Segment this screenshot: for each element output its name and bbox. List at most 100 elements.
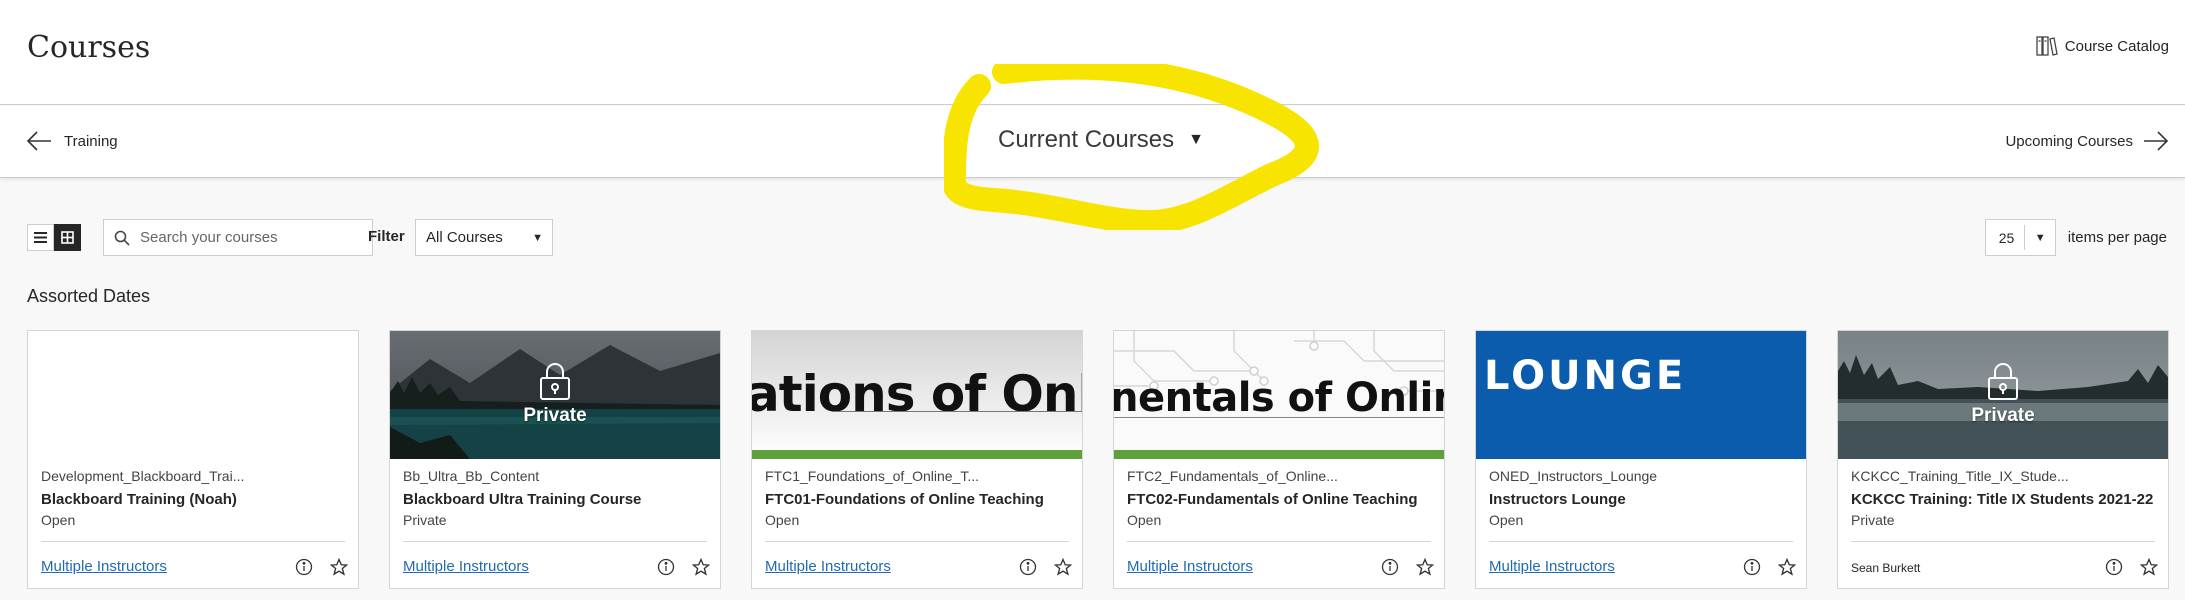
course-name-link[interactable]: FTC02-Fundamentals of Online Teaching <box>1127 491 1431 508</box>
arrow-left-icon <box>26 131 51 151</box>
course-banner: nentals of Online <box>1114 331 1444 459</box>
items-per-page-value: 25 <box>1998 229 2015 246</box>
course-banner: Private <box>390 331 720 459</box>
card-divider <box>1851 541 2155 542</box>
course-info: FTC2_Fundamentals_of_Online... FTC02-Fun… <box>1127 468 1431 528</box>
banner-text: LOUNGE <box>1484 353 1687 399</box>
instructor-name: Sean Burkett <box>1851 561 1921 575</box>
banner-strip <box>752 450 1082 459</box>
course-id: Development_Blackboard_Trai... <box>41 468 245 484</box>
course-card[interactable]: nentals of Online FTC2_Fundamentals_of_O… <box>1113 330 1445 589</box>
caret-down-icon: ▼ <box>2034 231 2046 244</box>
instructors-link[interactable]: Multiple Instructors <box>403 558 529 575</box>
course-status: Private <box>403 512 447 528</box>
star-icon[interactable] <box>1414 556 1436 578</box>
banner-rule <box>1114 417 1444 418</box>
items-per-page-label: items per page <box>2067 229 2167 246</box>
filter-label: Filter <box>368 228 405 245</box>
info-icon[interactable] <box>656 557 676 577</box>
filter-dropdown[interactable]: All Courses ▼ <box>415 219 553 256</box>
current-term-dropdown[interactable]: Current Courses ▼ <box>998 126 1204 154</box>
instructors-link[interactable]: Multiple Instructors <box>1489 558 1615 575</box>
course-name-link[interactable]: Instructors Lounge <box>1489 491 1793 508</box>
instructors-link[interactable]: Multiple Instructors <box>41 558 167 575</box>
course-catalog-label: Course Catalog <box>2064 37 2169 55</box>
banner-text: nentals of Online <box>1114 375 1444 421</box>
course-grid: Development_Blackboard_Trai... Blackboar… <box>27 330 2170 590</box>
info-icon[interactable] <box>1742 557 1762 577</box>
grid-icon <box>61 231 74 244</box>
course-name-link[interactable]: FTC01-Foundations of Online Teaching <box>765 491 1069 508</box>
course-id: KCKCC_Training_Title_IX_Stude... <box>1851 468 2069 484</box>
private-label: Private <box>1971 405 2035 426</box>
card-footer: Multiple Instructors <box>403 556 710 578</box>
course-status: Open <box>765 512 800 528</box>
star-icon[interactable] <box>690 556 712 578</box>
star-icon[interactable] <box>328 556 350 578</box>
course-catalog-link[interactable]: Course Catalog <box>2035 34 2169 58</box>
course-banner: LOUNGE <box>1476 331 1806 459</box>
lock-icon <box>1988 363 2018 400</box>
course-info: Development_Blackboard_Trai... Blackboar… <box>41 468 345 528</box>
section-title: Assorted Dates <box>27 286 151 306</box>
instructors-link[interactable]: Multiple Instructors <box>765 558 891 575</box>
course-id: FTC1_Foundations_of_Online_T... <box>765 468 980 484</box>
course-info: Bb_Ultra_Bb_Content Blackboard Ultra Tra… <box>403 468 707 528</box>
course-banner: Private <box>1838 331 2168 459</box>
current-term-label: Current Courses <box>998 126 1175 153</box>
grid-view-button[interactable] <box>54 224 81 251</box>
course-status: Open <box>1127 512 1162 528</box>
page-header: Courses Course Catalog <box>0 0 2185 105</box>
course-card[interactable]: Private Bb_Ultra_Bb_Content Blackboard U… <box>389 330 721 589</box>
course-id: Bb_Ultra_Bb_Content <box>403 468 540 484</box>
course-id: ONED_Instructors_Lounge <box>1489 468 1658 484</box>
card-footer: Sean Burkett <box>1851 556 2158 578</box>
catalog-icon <box>2036 36 2058 56</box>
course-name-link[interactable]: Blackboard Training (Noah) <box>41 491 345 508</box>
list-icon <box>34 232 47 243</box>
filter-value: All Courses <box>426 229 503 246</box>
caret-down-icon: ▼ <box>532 231 543 244</box>
course-status: Open <box>41 512 76 528</box>
instructors-link[interactable]: Multiple Instructors <box>1127 558 1253 575</box>
course-status: Open <box>1489 512 1524 528</box>
card-divider <box>1489 541 1793 542</box>
course-card[interactable]: Private KCKCC_Training_Title_IX_Stude...… <box>1837 330 2169 589</box>
banner-strip <box>1114 450 1444 459</box>
items-per-page-dropdown[interactable]: 25 ▼ <box>1984 219 2056 256</box>
next-term-label: Upcoming Courses <box>2005 132 2133 150</box>
card-divider <box>403 541 707 542</box>
private-overlay: Private <box>390 331 720 459</box>
star-icon[interactable] <box>1776 556 1798 578</box>
next-term-button[interactable]: Upcoming Courses <box>2005 130 2169 152</box>
info-icon[interactable] <box>2104 557 2124 577</box>
banner-rule <box>832 411 1082 412</box>
course-banner: ations of Onlin <box>752 331 1082 459</box>
card-footer: Multiple Instructors <box>41 556 348 578</box>
view-toggle <box>27 224 81 251</box>
info-icon[interactable] <box>1018 557 1038 577</box>
card-divider <box>41 541 345 542</box>
course-banner <box>28 331 358 459</box>
course-name-link[interactable]: Blackboard Ultra Training Course <box>403 491 707 508</box>
course-card[interactable]: ations of Onlin FTC1_Foundations_of_Onli… <box>751 330 1083 589</box>
info-icon[interactable] <box>294 557 314 577</box>
course-info: FTC1_Foundations_of_Online_T... FTC01-Fo… <box>765 468 1069 528</box>
items-per-page: 25 ▼ items per page <box>1984 219 2167 256</box>
star-icon[interactable] <box>2138 556 2160 578</box>
search-field <box>103 219 373 256</box>
course-id: FTC2_Fundamentals_of_Online... <box>1127 468 1338 484</box>
course-info: ONED_Instructors_Lounge Instructors Loun… <box>1489 468 1793 528</box>
previous-term-button[interactable]: Training <box>26 130 118 152</box>
course-name-link[interactable]: KCKCC Training: Title IX Students 2021-2… <box>1851 491 2155 508</box>
course-card[interactable]: LOUNGE ONED_Instructors_Lounge Instructo… <box>1475 330 1807 589</box>
search-input[interactable] <box>140 229 360 246</box>
course-status: Private <box>1851 512 1895 528</box>
course-card[interactable]: Development_Blackboard_Trai... Blackboar… <box>27 330 359 589</box>
list-view-button[interactable] <box>27 224 54 251</box>
previous-term-label: Training <box>64 132 118 150</box>
star-icon[interactable] <box>1052 556 1074 578</box>
info-icon[interactable] <box>1380 557 1400 577</box>
private-overlay: Private <box>1838 331 2168 459</box>
card-footer: Multiple Instructors <box>765 556 1072 578</box>
